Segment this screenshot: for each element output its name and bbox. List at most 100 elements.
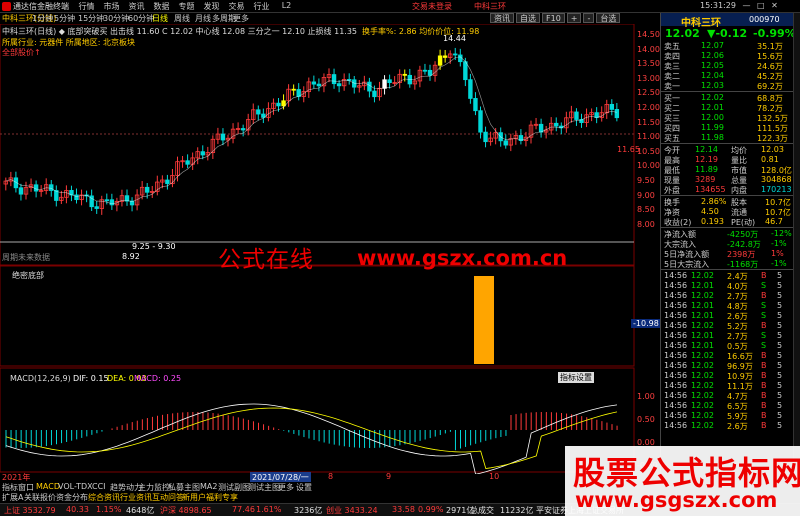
- price-change: ▼-0.12: [707, 27, 748, 40]
- indicator-tab-8[interactable]: MA2: [200, 482, 217, 491]
- toolbar-right-5[interactable]: 台选: [596, 13, 621, 23]
- extension-tab-3[interactable]: 综合资讯: [88, 492, 120, 503]
- window-controls: 15:31:29 — □ ✕: [700, 1, 778, 10]
- price-pct: -0.99%: [753, 27, 796, 40]
- trade-login-status[interactable]: 交易未登录: [412, 1, 452, 12]
- candle-body: [104, 199, 109, 202]
- tick-count: 5: [777, 421, 783, 430]
- month-9: 9: [386, 472, 392, 481]
- last-price: 12.02: [665, 27, 700, 40]
- tick-count: 5: [777, 281, 783, 290]
- tick-time: 14:56: [664, 291, 688, 300]
- tick-price: 12.01: [691, 281, 714, 290]
- indicator-tab-2[interactable]: MACD: [36, 482, 60, 491]
- price-row: 12.02 ▼-0.12 -0.99%: [661, 27, 800, 40]
- tick-price: 12.02: [691, 321, 714, 330]
- tick-side: B: [761, 381, 767, 390]
- minimize-button[interactable]: —: [742, 1, 750, 10]
- divider: [661, 91, 793, 92]
- bid-row: 买四 11.99 111.5万: [661, 123, 793, 133]
- macd-axis-label: 0.50: [637, 415, 655, 424]
- extension-tab-6[interactable]: 新用户福利专享: [182, 492, 238, 503]
- tick-time: 14:56: [664, 331, 688, 340]
- macd-title: MACD(12,26,9): [10, 374, 71, 383]
- period-tab-1[interactable]: 1分钟: [32, 13, 53, 24]
- period-tab-2[interactable]: 5分钟: [54, 13, 75, 24]
- price-axis-label: 10.00: [637, 161, 660, 171]
- candle-body: [437, 55, 443, 66]
- menu-item-6[interactable]: 交易: [224, 1, 249, 12]
- menu-item-0[interactable]: 行情: [74, 1, 99, 12]
- menu-stock-name[interactable]: 中科三环: [474, 1, 506, 12]
- status-item-2: 1.15%: [96, 505, 122, 514]
- extension-tab-4[interactable]: 行业资讯: [120, 492, 152, 503]
- tick-row: 14:56 12.01 2.6万 S 5: [661, 311, 793, 321]
- price-axis-label: 8.50: [637, 205, 655, 215]
- toolbar-right-3[interactable]: +: [566, 13, 582, 23]
- tick-row: 14:56 12.02 16.6万 B 5: [661, 351, 793, 361]
- menu-item-5[interactable]: 发现: [199, 1, 224, 12]
- candle-body: [372, 90, 377, 98]
- stat-value: 0.193: [701, 217, 724, 226]
- tick-count: 5: [777, 401, 783, 410]
- period-tab-7[interactable]: 周线: [174, 13, 190, 24]
- toolbar-right-1[interactable]: 自选: [516, 13, 540, 23]
- period-tab-4[interactable]: 30分钟: [103, 13, 129, 24]
- period-tab-10[interactable]: 更多: [233, 13, 249, 24]
- indicator-tab-3[interactable]: VOL-TDX: [58, 482, 93, 491]
- tick-side: B: [761, 401, 767, 410]
- menu-item-2[interactable]: 资讯: [124, 1, 149, 12]
- maximize-button[interactable]: □: [757, 1, 765, 10]
- range-tag: 9.25 - 9.30: [132, 242, 176, 251]
- price-axis-label: 11.00: [637, 132, 660, 142]
- stat-row: 现量 3289 总量 304868: [661, 175, 793, 185]
- indicator-settings-button[interactable]: 指标设置: [558, 372, 594, 383]
- toolbar-right-2[interactable]: F10: [542, 13, 565, 23]
- signal-bar: [474, 276, 494, 364]
- tick-price: 12.02: [691, 361, 714, 370]
- tick-price: 12.02: [691, 411, 714, 420]
- extension-tab-0[interactable]: 扩展A: [2, 492, 23, 503]
- quote-scrollbar[interactable]: [793, 13, 800, 474]
- toolbar-right-0[interactable]: 资讯: [490, 13, 514, 23]
- divider: [661, 227, 793, 228]
- ask-row: 卖四 12.06 15.6万: [661, 51, 793, 61]
- tick-row: 14:56 12.02 10.9万 B 5: [661, 371, 793, 381]
- divider: [661, 195, 793, 196]
- tick-side: B: [761, 351, 767, 360]
- menu-item-4[interactable]: 专题: [174, 1, 199, 12]
- candle-body: [538, 123, 544, 133]
- tick-count: 5: [777, 351, 783, 360]
- tick-price: 12.02: [691, 351, 714, 360]
- macd-frame: [0, 367, 635, 473]
- tick-price: 12.02: [691, 391, 714, 400]
- period-tab-3[interactable]: 15分钟: [78, 13, 104, 24]
- menu-item-7[interactable]: 行业: [249, 1, 274, 12]
- tick-price: 12.01: [691, 301, 714, 310]
- tick-price: 12.01: [691, 341, 714, 350]
- extension-tab-5[interactable]: 互动问答: [152, 492, 184, 503]
- period-tab-8[interactable]: 月线: [195, 13, 211, 24]
- period-tab-6[interactable]: 日线: [152, 13, 168, 24]
- high-price-tag: 14.44: [443, 34, 466, 43]
- status-item-0: 上证 3532.79: [4, 506, 56, 515]
- indicator-tab-4[interactable]: CCI: [92, 482, 106, 491]
- stat-value: 304868: [761, 175, 792, 184]
- indicator-tabs: 指标 窗口 MACD VOL-TDX CCI 趋势动力 主力监控 私募主图 MA2 测试副图 测试主…: [0, 482, 660, 492]
- tick-row: 14:56 12.01 0.5万 S 5: [661, 341, 793, 351]
- ask-row: 卖二 12.04 45.2万: [661, 71, 793, 81]
- menu-item-1[interactable]: 市场: [99, 1, 124, 12]
- extension-tab-2[interactable]: 资金分布: [56, 492, 88, 503]
- flow-pct: 1%: [771, 249, 784, 258]
- period-tab-5[interactable]: 60分钟: [128, 13, 154, 24]
- price-axis-label: 11.50: [637, 117, 660, 127]
- status-item-1: 40.33: [66, 505, 89, 514]
- candle-body: [144, 186, 150, 193]
- toolbar-right-4[interactable]: -: [583, 13, 595, 23]
- close-button[interactable]: ✕: [771, 1, 778, 10]
- menu-item-8[interactable]: L2: [274, 1, 299, 12]
- menu-item-3[interactable]: 数据: [149, 1, 174, 12]
- tick-price: 12.02: [691, 421, 714, 430]
- tick-price: 12.02: [691, 271, 714, 280]
- extension-tab-1[interactable]: 关联报价: [24, 492, 56, 503]
